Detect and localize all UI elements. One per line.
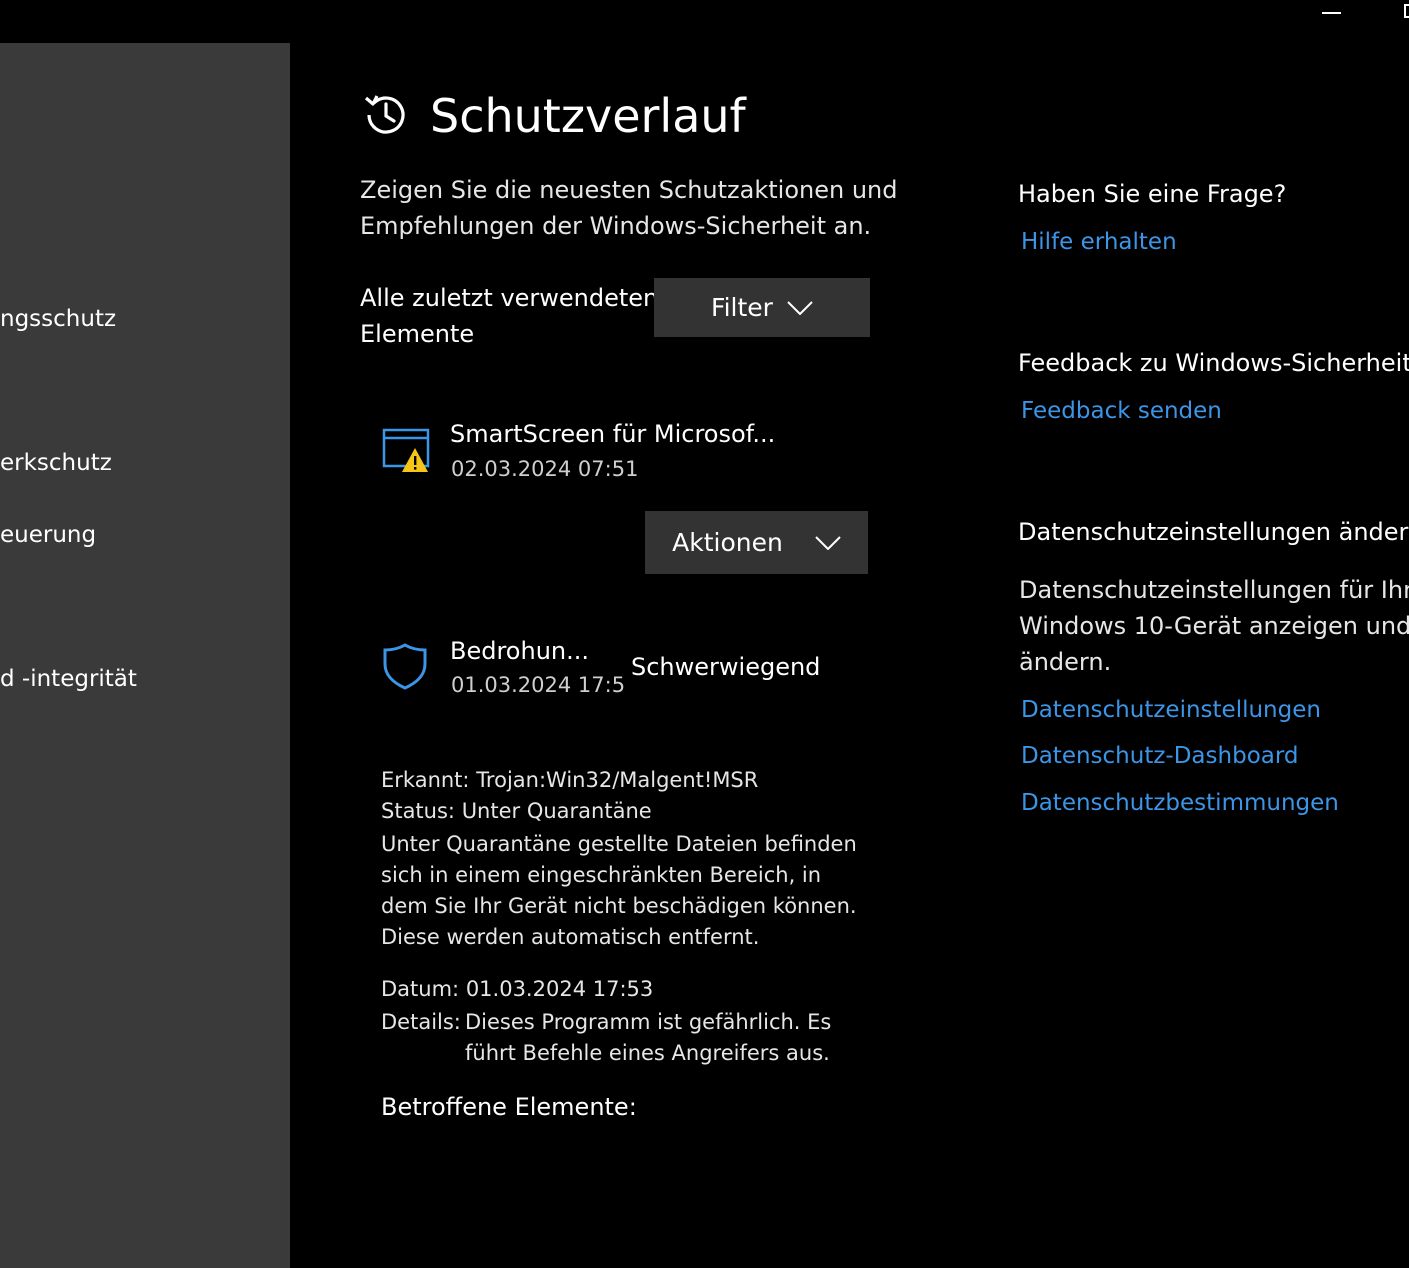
sidebar-item-app-control[interactable]: euerung xyxy=(0,520,96,550)
chevron-down-icon xyxy=(815,535,841,550)
status-row: Status: Unter Quarantäne xyxy=(381,796,652,827)
status-label: Status: xyxy=(381,799,455,823)
maximize-icon[interactable] xyxy=(1404,4,1409,18)
history-icon xyxy=(364,95,405,134)
actions-button[interactable]: Aktionen xyxy=(645,511,868,574)
affected-items-label: Betroffene Elemente: xyxy=(381,1093,637,1121)
filter-button[interactable]: Filter xyxy=(654,278,870,337)
detected-row: Erkannt: Trojan:Win32/Malgent!MSR xyxy=(381,765,758,796)
date-row: Datum: 01.03.2024 17:53 xyxy=(381,974,653,1005)
actions-button-label: Aktionen xyxy=(672,528,783,557)
detected-value: Trojan:Win32/Malgent!MSR xyxy=(476,768,759,792)
date-label: Datum: xyxy=(381,977,460,1001)
privacy-settings-link[interactable]: Datenschutzeinstellungen xyxy=(1021,694,1321,726)
help-link[interactable]: Hilfe erhalten xyxy=(1021,226,1177,258)
details-value: Dieses Programm ist gefährlich. Es führt… xyxy=(465,1010,832,1065)
privacy-heading: Datenschutzeinstellungen ändern xyxy=(1018,518,1409,546)
page-title: Schutzverlauf xyxy=(430,89,746,143)
privacy-text: Datenschutzeinstellungen für Ihr Windows… xyxy=(1019,576,1409,676)
privacy-dashboard-link[interactable]: Datenschutz-Dashboard xyxy=(1021,740,1299,772)
date-value: 01.03.2024 17:53 xyxy=(465,977,654,1001)
smartscreen-warning-icon xyxy=(382,428,430,472)
chevron-down-icon xyxy=(787,300,813,315)
page-description: Zeigen Sie die neuesten Schutzaktionen u… xyxy=(360,176,898,240)
detected-label: Erkannt: xyxy=(381,768,470,792)
entry-smartscreen-title[interactable]: SmartScreen für Microsof... xyxy=(450,418,775,450)
status-value: Unter Quarantäne xyxy=(461,799,652,823)
severity-label: Schwerwiegend xyxy=(631,653,821,681)
entry-threat-date: 01.03.2024 17:5 xyxy=(451,673,626,697)
filter-button-label: Filter xyxy=(711,293,773,322)
shield-icon xyxy=(383,643,427,690)
title-bar xyxy=(0,0,1409,43)
sidebar-item-network-protection[interactable]: erkschutz xyxy=(0,448,112,478)
minimize-icon[interactable] xyxy=(1322,12,1341,14)
filter-label: Alle zuletzt verwendeten Elemente xyxy=(360,284,659,348)
feedback-heading: Feedback zu Windows-Sicherheit xyxy=(1018,349,1409,377)
sidebar xyxy=(0,43,290,1268)
feedback-link[interactable]: Feedback senden xyxy=(1021,395,1222,427)
quarantine-text: Unter Quarantäne gestellte Dateien befin… xyxy=(381,832,857,949)
privacy-statement-link[interactable]: Datenschutzbestimmungen xyxy=(1021,787,1339,819)
details-label: Details: xyxy=(381,1010,461,1034)
entry-smartscreen-date: 02.03.2024 07:51 xyxy=(451,457,639,481)
sidebar-item-virus-protection[interactable]: ngsschutz xyxy=(0,304,116,334)
entry-threat-title[interactable]: Bedrohun... xyxy=(450,635,589,667)
question-heading: Haben Sie eine Frage? xyxy=(1018,180,1287,208)
sidebar-item-device-integrity[interactable]: d -integrität xyxy=(0,664,137,694)
